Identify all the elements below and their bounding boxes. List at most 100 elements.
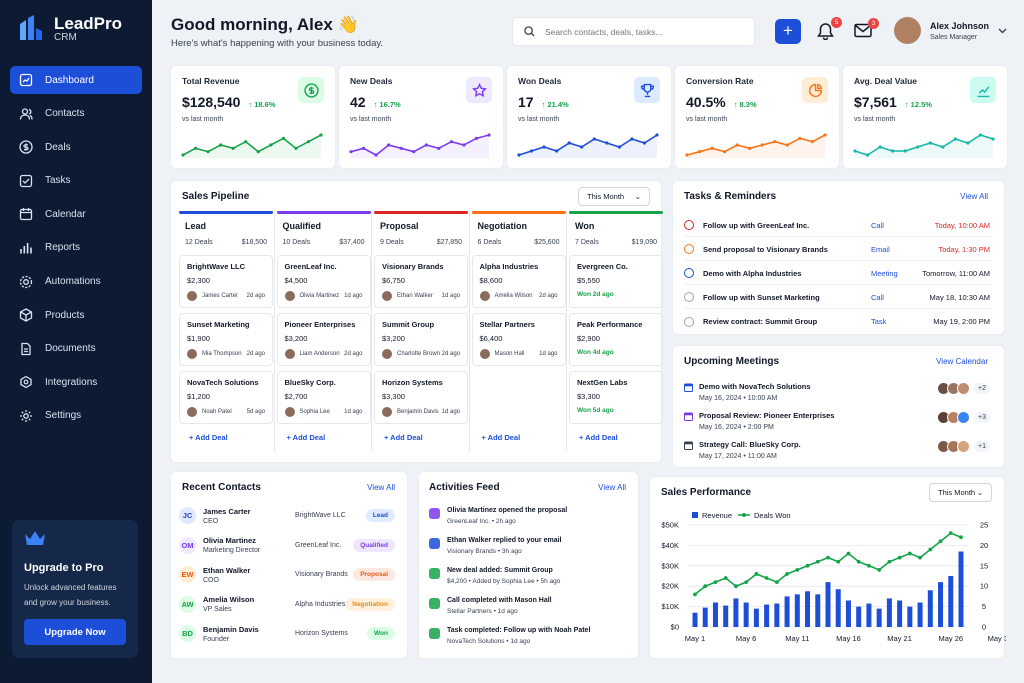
contact-row[interactable]: JC James Carter CEO BrightWave LLC Lead: [179, 501, 401, 530]
activity-item[interactable]: Olivia Martinez opened the proposal Green…: [429, 507, 639, 537]
add-deal-button[interactable]: + Add Deal: [482, 433, 521, 442]
activity-item[interactable]: Task completed: Follow up with Noah Pate…: [429, 627, 639, 657]
column-count: 6 Deals: [477, 239, 502, 246]
sidebar-item-products[interactable]: Products: [10, 301, 142, 329]
meeting-item[interactable]: Demo with NovaTech Solutions May 16, 2024…: [684, 382, 990, 410]
activity-item[interactable]: Ethan Walker replied to your email Vision…: [429, 537, 639, 567]
sidebar-item-contacts[interactable]: Contacts: [10, 100, 142, 128]
kpi-delta-value: 12.5%: [910, 100, 932, 109]
meeting-item[interactable]: Strategy Call: BlueSky Corp. May 17, 2024…: [684, 440, 990, 468]
deal-card[interactable]: Stellar Partners $6,400 Mason Hall 1d ago: [471, 313, 566, 366]
sparkline-point: [991, 137, 995, 141]
contact-row[interactable]: OM Olivia Martinez Marketing Director Green…: [179, 531, 401, 560]
deal-card[interactable]: BrightWave LLC $2,300 James Carter 2d ago: [179, 255, 273, 308]
add-deal-button[interactable]: + Add Deal: [384, 433, 423, 442]
deal-card[interactable]: Sunset Marketing $1,900 Mia Thompson 2d ago: [179, 313, 273, 366]
add-button[interactable]: +: [775, 19, 801, 44]
activities-card: Activities Feed View All Olivia Martinez…: [418, 471, 639, 659]
deal-card[interactable]: Visionary Brands $6,750 Ethan Walker 1d ago: [374, 255, 468, 308]
sidebar-item-automations[interactable]: Automations: [10, 268, 142, 296]
sparkline-point: [424, 143, 428, 147]
deal-card[interactable]: Evergreen Co. $5,550 Won 2d ago: [569, 255, 663, 308]
tasks-title: Tasks & Reminders: [684, 191, 777, 202]
sidebar-item-deals[interactable]: Deals: [10, 133, 142, 161]
pipeline-filter[interactable]: This Month ⌄: [578, 187, 650, 206]
task-item[interactable]: Follow up with Sunset Marketing Call May 1…: [684, 286, 990, 309]
activity-item[interactable]: Call completed with Mason Hall Stellar Pa…: [429, 597, 639, 627]
kpi-card-new-deals[interactable]: New Deals 42 ↑ 16.7% vs last month: [338, 65, 504, 169]
deal-card[interactable]: Alpha Industries $8,600 Amelia Wilson 2d ag…: [471, 255, 566, 308]
sidebar-item-reports[interactable]: Reports: [10, 234, 142, 262]
deals-won-point: [703, 584, 708, 589]
view-calendar-link[interactable]: View Calendar: [936, 357, 988, 366]
task-checkbox[interactable]: [684, 292, 694, 302]
contact-row[interactable]: BD Benjamin Davis Founder Horizon Systems Wo…: [179, 619, 401, 648]
task-item[interactable]: Review contract: Summit Group Task May 19,…: [684, 310, 990, 333]
deal-card[interactable]: NextGen Labs $3,300 Won 5d ago: [569, 371, 663, 424]
contact-row[interactable]: EW Ethan Walker COO Visionary Brands Proposa…: [179, 560, 401, 589]
sidebar-item-documents[interactable]: Documents: [10, 335, 142, 363]
upgrade-button[interactable]: Upgrade Now: [24, 619, 126, 645]
app-name: LeadPro: [54, 13, 123, 33]
task-item[interactable]: Demo with Alpha Industries Meeting Tomorro…: [684, 262, 990, 285]
activity-text: Olivia Martinez opened the proposal: [447, 507, 568, 514]
sparkline-point: [642, 141, 647, 145]
deal-name: BrightWave LLC: [187, 262, 246, 271]
notifications-button[interactable]: 5: [817, 17, 842, 41]
task-due: Today, 10:00 AM: [934, 220, 990, 230]
task-item[interactable]: Follow up with GreenLeaf Inc. Call Today, …: [684, 214, 990, 237]
column-count: 10 Deals: [282, 239, 311, 246]
deal-card[interactable]: Horizon Systems $3,300 Benjamin Davis 1d ag…: [374, 371, 468, 424]
contacts-view-all-link[interactable]: View All: [367, 483, 395, 492]
deal-card[interactable]: Peak Performance $2,900 Won 4d ago: [569, 313, 663, 366]
kpi-card-avg-deal-value[interactable]: Avg. Deal Value $7,561 ↑ 12.5% vs last mont…: [842, 65, 1008, 169]
task-checkbox[interactable]: [684, 220, 694, 230]
sparkline-point: [878, 145, 882, 149]
sidebar-item-calendar[interactable]: Calendar: [10, 200, 142, 228]
contact-company: Horizon Systems: [295, 630, 348, 637]
activities-view-all-link[interactable]: View All: [598, 483, 626, 492]
dashboard-icon: [19, 73, 33, 87]
add-deal-button[interactable]: + Add Deal: [189, 433, 228, 442]
deal-card[interactable]: GreenLeaf Inc. $4,500 Olivia Martinez 1d ag…: [276, 255, 371, 308]
page-title: Good morning, Alex 👋: [171, 15, 359, 34]
kpi-card-conversion-rate[interactable]: Conversion Rate 40.5% ↑ 8.3% vs last month: [674, 65, 840, 169]
contact-row[interactable]: AW Amelia Wilson VP Sales Alpha Industries N…: [179, 590, 401, 619]
column-total: $25,600: [534, 239, 560, 246]
task-checkbox[interactable]: [684, 244, 694, 254]
kpi-card-total-revenue[interactable]: Total Revenue $128,540 ↑ 18.6% vs last mont…: [170, 65, 336, 169]
deals-won-point: [856, 559, 861, 564]
search-box[interactable]: [512, 17, 755, 46]
user-menu[interactable]: Alex Johnson Sales Manager: [894, 17, 1007, 44]
app-logo[interactable]: LeadPro CRM: [16, 14, 122, 44]
search-input[interactable]: [545, 26, 735, 37]
chevron-down-icon: [998, 28, 1007, 33]
column-count: 12 Deals: [185, 239, 213, 246]
deal-value: $5,550: [577, 276, 600, 285]
deal-card[interactable]: Summit Group $3,200 Charlotte Brown 2d ago: [374, 313, 468, 366]
deal-card[interactable]: BlueSky Corp. $2,700 Sophia Lee 1d ago: [276, 371, 371, 424]
add-deal-button[interactable]: + Add Deal: [579, 433, 618, 442]
column-title: Negotiation: [477, 221, 528, 231]
kpi-sub: vs last month: [350, 116, 392, 123]
deal-card[interactable]: Pioneer Enterprises $3,200 Liam Anderson 2d…: [276, 313, 371, 366]
meeting-item[interactable]: Proposal Review: Pioneer Enterprises May …: [684, 411, 990, 439]
task-item[interactable]: Send proposal to Visionary Brands Email To…: [684, 238, 990, 261]
sidebar-item-tasks[interactable]: Tasks: [10, 167, 142, 195]
task-checkbox[interactable]: [684, 316, 694, 327]
add-deal-button[interactable]: + Add Deal: [287, 433, 326, 442]
deals-won-point: [938, 539, 943, 544]
column-color-bar: [276, 211, 371, 214]
sidebar-item-settings[interactable]: Settings: [10, 402, 142, 430]
task-checkbox[interactable]: [684, 268, 694, 278]
sidebar-item-dashboard[interactable]: Dashboard: [10, 66, 142, 94]
messages-button[interactable]: 3: [854, 18, 879, 42]
tasks-view-all-link[interactable]: View All: [960, 192, 988, 201]
revenue-bar: [907, 606, 913, 627]
activity-item[interactable]: New deal added: Summit Group $4,200 • Add…: [429, 567, 639, 597]
revenue-bar: [825, 582, 831, 627]
sidebar-item-integrations[interactable]: Integrations: [10, 368, 142, 396]
deal-card[interactable]: NovaTech Solutions $1,200 Noah Patel 5d ago: [179, 371, 273, 424]
deal-value: $2,900: [577, 334, 600, 343]
kpi-card-won-deals[interactable]: Won Deals 17 ↑ 21.4% vs last month: [506, 65, 672, 169]
